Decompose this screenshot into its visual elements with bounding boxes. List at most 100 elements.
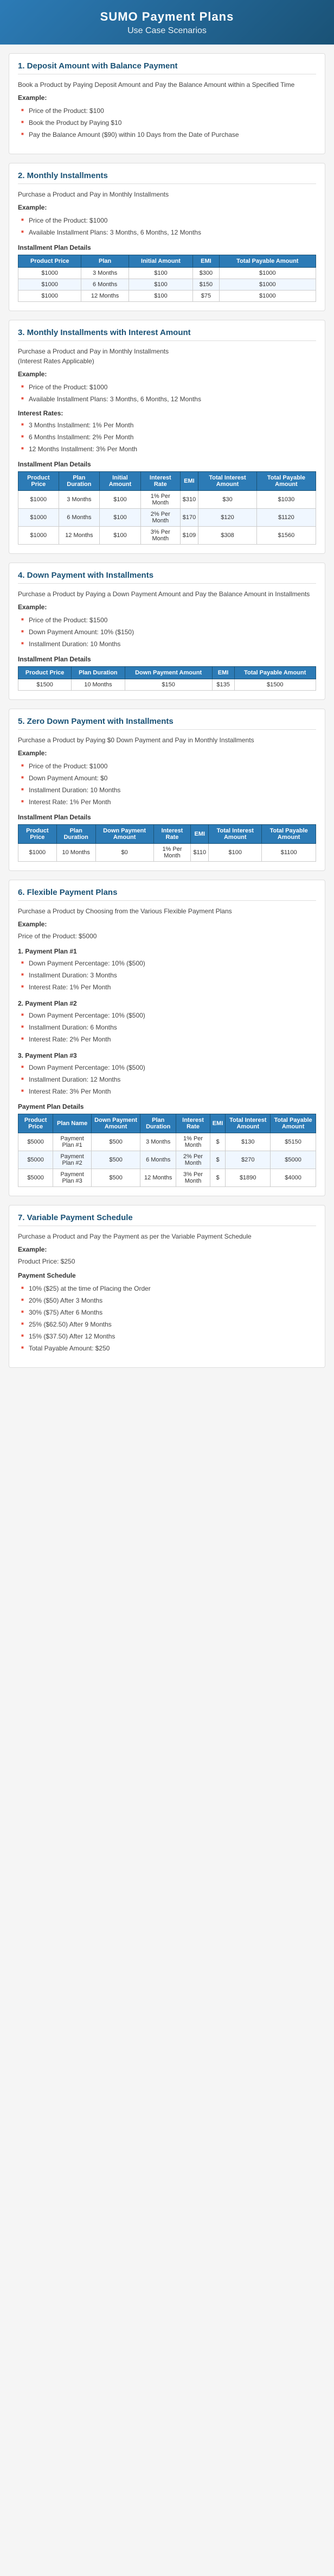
section-5-desc: Purchase a Product by Paying $0 Down Pay…: [18, 735, 316, 745]
section-6: 6. Flexible Payment Plans Purchase a Pro…: [9, 880, 325, 1196]
section-6-plan2-bullet-1: Down Payment Percentage: 10% ($500): [21, 1009, 316, 1021]
section-6-plan2-bullet-3: Interest Rate: 2% Per Month: [21, 1033, 316, 1045]
section-3-interest-bullets: 3 Months Installment: 1% Per Month 6 Mon…: [18, 419, 316, 455]
section-5-bullets: Price of the Product: $1000 Down Payment…: [18, 760, 316, 808]
section-4-bullets: Price of the Product: $1500 Down Payment…: [18, 614, 316, 650]
section-2: 2. Monthly Installments Purchase a Produ…: [9, 163, 325, 311]
col-product-price: Product Price: [18, 255, 81, 268]
section-2-bullets: Price of the Product: $1000 Available In…: [18, 214, 316, 238]
section-7-title: 7. Variable Payment Schedule: [18, 1213, 316, 1226]
section-7-schedule-bullets: 10% ($25) at the time of Placing the Ord…: [18, 1283, 316, 1354]
section-2-bullet-2: Available Installment Plans: 3 Months, 6…: [21, 226, 316, 238]
section-6-plan1-title: 1. Payment Plan #1: [18, 948, 316, 955]
section-6-title: 6. Flexible Payment Plans: [18, 888, 316, 901]
section-3-bullets: Price of the Product: $1000 Available In…: [18, 381, 316, 405]
section-5-bullet-3: Installment Duration: 10 Months: [21, 784, 316, 796]
section-4: 4. Down Payment with Installments Purcha…: [9, 563, 325, 700]
section-4-bullet-2: Down Payment Amount: 10% ($150): [21, 626, 316, 638]
col-total-payable: Total Payable Amount: [219, 255, 316, 268]
section-6-plan3-bullet-1: Down Payment Percentage: 10% ($500): [21, 1062, 316, 1074]
section-6-plan1-bullet-2: Installment Duration: 3 Months: [21, 969, 316, 981]
section-6-plan3-bullets: Down Payment Percentage: 10% ($500) Inst…: [18, 1062, 316, 1097]
section-7-schedule-bullet-2: 20% ($50) After 3 Months: [21, 1295, 316, 1306]
table-row: $1000 3 Months $100 1% Per Month $310 $3…: [18, 491, 316, 509]
col-emi: EMI: [193, 255, 219, 268]
section-3-interest-label: Interest Rates:: [18, 409, 316, 417]
section-6-plan1-bullet-1: Down Payment Percentage: 10% ($500): [21, 957, 316, 969]
section-6-plan1-bullets: Down Payment Percentage: 10% ($500) Inst…: [18, 957, 316, 993]
section-7-product-price: Product Price: $250: [18, 1257, 316, 1266]
section-3-subsection-title: Installment Plan Details: [18, 460, 316, 468]
section-5-title: 5. Zero Down Payment with Installments: [18, 717, 316, 730]
section-6-plan1-bullet-3: Interest Rate: 1% Per Month: [21, 981, 316, 993]
table-row: $1000 6 Months $100 $150 $1000: [18, 279, 316, 291]
section-6-example-label: Example:: [18, 920, 316, 928]
header: SUMO Payment Plans Use Case Scenarios: [0, 0, 334, 45]
table-row: $1000 12 Months $100 $75 $1000: [18, 291, 316, 302]
section-3-example-label: Example:: [18, 370, 316, 378]
section-5: 5. Zero Down Payment with Installments P…: [9, 709, 325, 871]
section-1-example-label: Example:: [18, 94, 316, 102]
table-row: $1000 6 Months $100 2% Per Month $170 $1…: [18, 509, 316, 527]
section-4-desc: Purchase a Product by Paying a Down Paym…: [18, 589, 316, 599]
section-1-bullet-3: Pay the Balance Amount ($90) within 10 D…: [21, 129, 316, 141]
section-4-bullet-3: Installment Duration: 10 Months: [21, 638, 316, 650]
section-7-desc: Purchase a Product and Pay the Payment a…: [18, 1232, 316, 1241]
section-2-bullet-1: Price of the Product: $1000: [21, 214, 316, 226]
section-1-bullets: Price of the Product: $100 Book the Prod…: [18, 105, 316, 141]
section-7-schedule-bullet-3: 30% ($75) After 6 Months: [21, 1306, 316, 1318]
table-row: $5000 Payment Plan #2 $500 6 Months 2% P…: [18, 1151, 316, 1169]
section-5-bullet-1: Price of the Product: $1000: [21, 760, 316, 772]
section-7-schedule-bullet-1: 10% ($25) at the time of Placing the Ord…: [21, 1283, 316, 1295]
section-5-example-label: Example:: [18, 749, 316, 757]
section-4-bullet-1: Price of the Product: $1500: [21, 614, 316, 626]
header-subtitle: Use Case Scenarios: [11, 26, 323, 36]
col-initial-amount: Initial Amount: [129, 255, 192, 268]
table-row: $1000 10 Months $0 1% Per Month $110 $10…: [18, 844, 316, 862]
section-6-plan2-bullets: Down Payment Percentage: 10% ($500) Inst…: [18, 1009, 316, 1045]
section-4-example-label: Example:: [18, 603, 316, 611]
col-plan: Plan: [81, 255, 129, 268]
main-content: 1. Deposit Amount with Balance Payment B…: [0, 53, 334, 1379]
table-row: $5000 Payment Plan #1 $500 3 Months 1% P…: [18, 1133, 316, 1151]
section-3-interest-bullet-3: 12 Months Installment: 3% Per Month: [21, 443, 316, 455]
section-6-plan2-title: 2. Payment Plan #2: [18, 1000, 316, 1007]
section-3-desc: Purchase a Product and Pay in Monthly In…: [18, 346, 316, 366]
section-3-interest-bullet-2: 6 Months Installment: 2% Per Month: [21, 431, 316, 443]
section-4-subsection-title: Installment Plan Details: [18, 655, 316, 663]
section-6-desc: Purchase a Product by Choosing from the …: [18, 906, 316, 916]
table-row: $1500 10 Months $150 $135 $1500: [18, 679, 316, 691]
section-6-plan3-bullet-3: Interest Rate: 3% Per Month: [21, 1085, 316, 1097]
section-5-subsection-title: Installment Plan Details: [18, 813, 316, 821]
section-7-schedule-bullet-5: 15% ($37.50) After 12 Months: [21, 1330, 316, 1342]
section-4-table: Product Price Plan Duration Down Payment…: [18, 666, 316, 691]
section-1: 1. Deposit Amount with Balance Payment B…: [9, 53, 325, 154]
section-7-example-label: Example:: [18, 1246, 316, 1253]
table-row: $1000 3 Months $100 $300 $1000: [18, 268, 316, 279]
section-4-title: 4. Down Payment with Installments: [18, 571, 316, 584]
section-7-schedule-bullet-4: 25% ($62.50) After 9 Months: [21, 1318, 316, 1330]
table-row: $1000 12 Months $100 3% Per Month $109 $…: [18, 527, 316, 545]
section-2-desc: Purchase a Product and Pay in Monthly In…: [18, 190, 316, 199]
section-7-schedule-bullet-6: Total Payable Amount: $250: [21, 1342, 316, 1354]
section-2-table: Product Price Plan Initial Amount EMI To…: [18, 255, 316, 302]
section-7: 7. Variable Payment Schedule Purchase a …: [9, 1205, 325, 1368]
section-2-title: 2. Monthly Installments: [18, 171, 316, 184]
section-5-bullet-4: Interest Rate: 1% Per Month: [21, 796, 316, 808]
section-6-plan2-bullet-2: Installment Duration: 6 Months: [21, 1021, 316, 1033]
section-6-plan3-bullet-2: Installment Duration: 12 Months: [21, 1074, 316, 1085]
section-1-title: 1. Deposit Amount with Balance Payment: [18, 61, 316, 74]
section-3-interest-bullet-1: 3 Months Installment: 1% Per Month: [21, 419, 316, 431]
table-row: $5000 Payment Plan #3 $500 12 Months 3% …: [18, 1169, 316, 1187]
section-5-table: Product Price Plan Duration Down Payment…: [18, 824, 316, 862]
section-6-plan3-title: 3. Payment Plan #3: [18, 1052, 316, 1059]
section-1-desc: Book a Product by Paying Deposit Amount …: [18, 80, 316, 90]
section-3-bullet-2: Available Installment Plans: 3 Months, 6…: [21, 393, 316, 405]
section-3-bullet-1: Price of the Product: $1000: [21, 381, 316, 393]
section-7-schedule-title: Payment Schedule: [18, 1272, 316, 1279]
section-3-title: 3. Monthly Installments with Interest Am…: [18, 328, 316, 341]
section-5-bullet-2: Down Payment Amount: $0: [21, 772, 316, 784]
section-2-example-label: Example:: [18, 204, 316, 211]
section-6-product-price: Price of the Product: $5000: [18, 931, 316, 941]
header-title: SUMO Payment Plans: [11, 10, 323, 24]
